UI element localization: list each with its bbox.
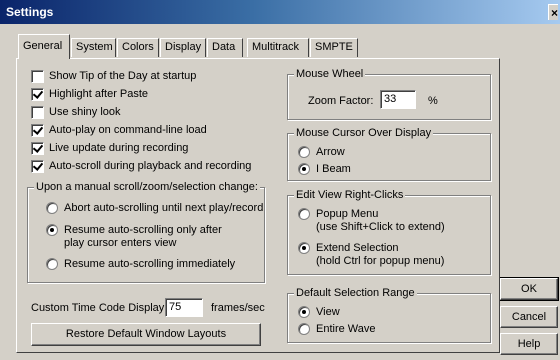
general-tab-panel: Show Tip of the Day at startup Highlight… xyxy=(16,58,500,353)
show-tip-checkbox[interactable] xyxy=(31,70,44,83)
help-button[interactable]: Help xyxy=(500,333,558,355)
custom-time-code-input[interactable]: 75 xyxy=(165,298,203,317)
show-tip-label: Show Tip of the Day at startup xyxy=(49,70,197,82)
restore-layouts-button[interactable]: Restore Default Window Layouts xyxy=(31,323,261,346)
window-title: Settings xyxy=(6,5,54,19)
custom-time-code-label: Custom Time Code Display xyxy=(31,302,165,314)
mouse-cursor-group-title: Mouse Cursor Over Display xyxy=(294,127,434,140)
cursor-arrow-radio[interactable] xyxy=(298,146,310,158)
cancel-button[interactable]: Cancel xyxy=(500,306,558,328)
cursor-ibeam-label: I Beam xyxy=(316,163,351,175)
abort-autoscroll-label: Abort auto-scrolling until next play/rec… xyxy=(64,202,264,214)
popup-menu-label-line2: (use Shift+Click to extend) xyxy=(316,221,445,233)
title-bar[interactable]: Settings × xyxy=(0,0,560,24)
resume-after-label-line1: Resume auto-scrolling only after xyxy=(64,224,222,236)
tab-colors[interactable]: Colors xyxy=(117,38,159,57)
use-shiny-look-label: Use shiny look xyxy=(49,106,121,118)
ok-button[interactable]: OK xyxy=(499,277,559,301)
close-icon[interactable]: × xyxy=(548,4,558,20)
custom-time-code-unit: frames/sec xyxy=(211,302,265,314)
manual-scroll-group: Upon a manual scroll/zoom/selection chan… xyxy=(27,181,265,283)
right-clicks-group-title: Edit View Right-Clicks xyxy=(294,189,406,202)
cursor-ibeam-radio[interactable] xyxy=(298,163,310,175)
auto-play-checkbox[interactable] xyxy=(31,124,44,137)
popup-menu-radio[interactable] xyxy=(298,208,310,220)
right-clicks-group: Edit View Right-Clicks Popup Menu (use S… xyxy=(287,189,491,275)
range-view-label: View xyxy=(316,306,340,318)
mouse-wheel-group-title: Mouse Wheel xyxy=(294,68,366,81)
abort-autoscroll-radio[interactable] xyxy=(46,202,58,214)
cursor-arrow-label: Arrow xyxy=(316,146,345,158)
resume-immediately-radio[interactable] xyxy=(46,258,58,270)
resume-after-label-line2: play cursor enters view xyxy=(64,237,177,249)
tab-multitrack[interactable]: Multitrack xyxy=(247,38,309,57)
range-entire-wave-label: Entire Wave xyxy=(316,323,376,335)
zoom-factor-input[interactable]: 33 xyxy=(380,90,416,109)
highlight-after-paste-label: Highlight after Paste xyxy=(49,88,149,100)
mouse-wheel-group: Mouse Wheel Zoom Factor: 33 % xyxy=(287,68,491,120)
zoom-factor-unit: % xyxy=(428,95,438,107)
tab-system[interactable]: System xyxy=(71,38,116,57)
range-entire-wave-radio[interactable] xyxy=(298,323,310,335)
auto-play-label: Auto-play on command-line load xyxy=(49,124,207,136)
resume-immediately-label: Resume auto-scrolling immediately xyxy=(64,258,236,270)
tab-general[interactable]: General xyxy=(18,34,70,59)
live-update-label: Live update during recording xyxy=(49,142,189,154)
default-range-group-title: Default Selection Range xyxy=(294,287,417,300)
extend-selection-label-line1: Extend Selection xyxy=(316,242,399,254)
tab-data[interactable]: Data xyxy=(207,38,243,57)
tab-smpte[interactable]: SMPTE xyxy=(310,38,358,57)
auto-scroll-checkbox[interactable] xyxy=(31,160,44,173)
highlight-after-paste-checkbox[interactable] xyxy=(31,88,44,101)
use-shiny-look-checkbox[interactable] xyxy=(31,106,44,119)
default-range-group: Default Selection Range View Entire Wave xyxy=(287,287,491,343)
live-update-checkbox[interactable] xyxy=(31,142,44,155)
auto-scroll-label: Auto-scroll during playback and recordin… xyxy=(49,160,252,172)
zoom-factor-label: Zoom Factor: xyxy=(308,95,374,107)
extend-selection-radio[interactable] xyxy=(298,242,310,254)
resume-after-radio[interactable] xyxy=(46,224,58,236)
extend-selection-label-line2: (hold Ctrl for popup menu) xyxy=(316,255,445,267)
popup-menu-label-line1: Popup Menu xyxy=(316,208,379,220)
manual-scroll-group-title: Upon a manual scroll/zoom/selection chan… xyxy=(34,181,260,194)
tab-display[interactable]: Display xyxy=(160,38,206,57)
range-view-radio[interactable] xyxy=(298,306,310,318)
settings-dialog: Settings × General System Colors Display… xyxy=(0,0,560,360)
mouse-cursor-group: Mouse Cursor Over Display Arrow I Beam xyxy=(287,127,491,181)
